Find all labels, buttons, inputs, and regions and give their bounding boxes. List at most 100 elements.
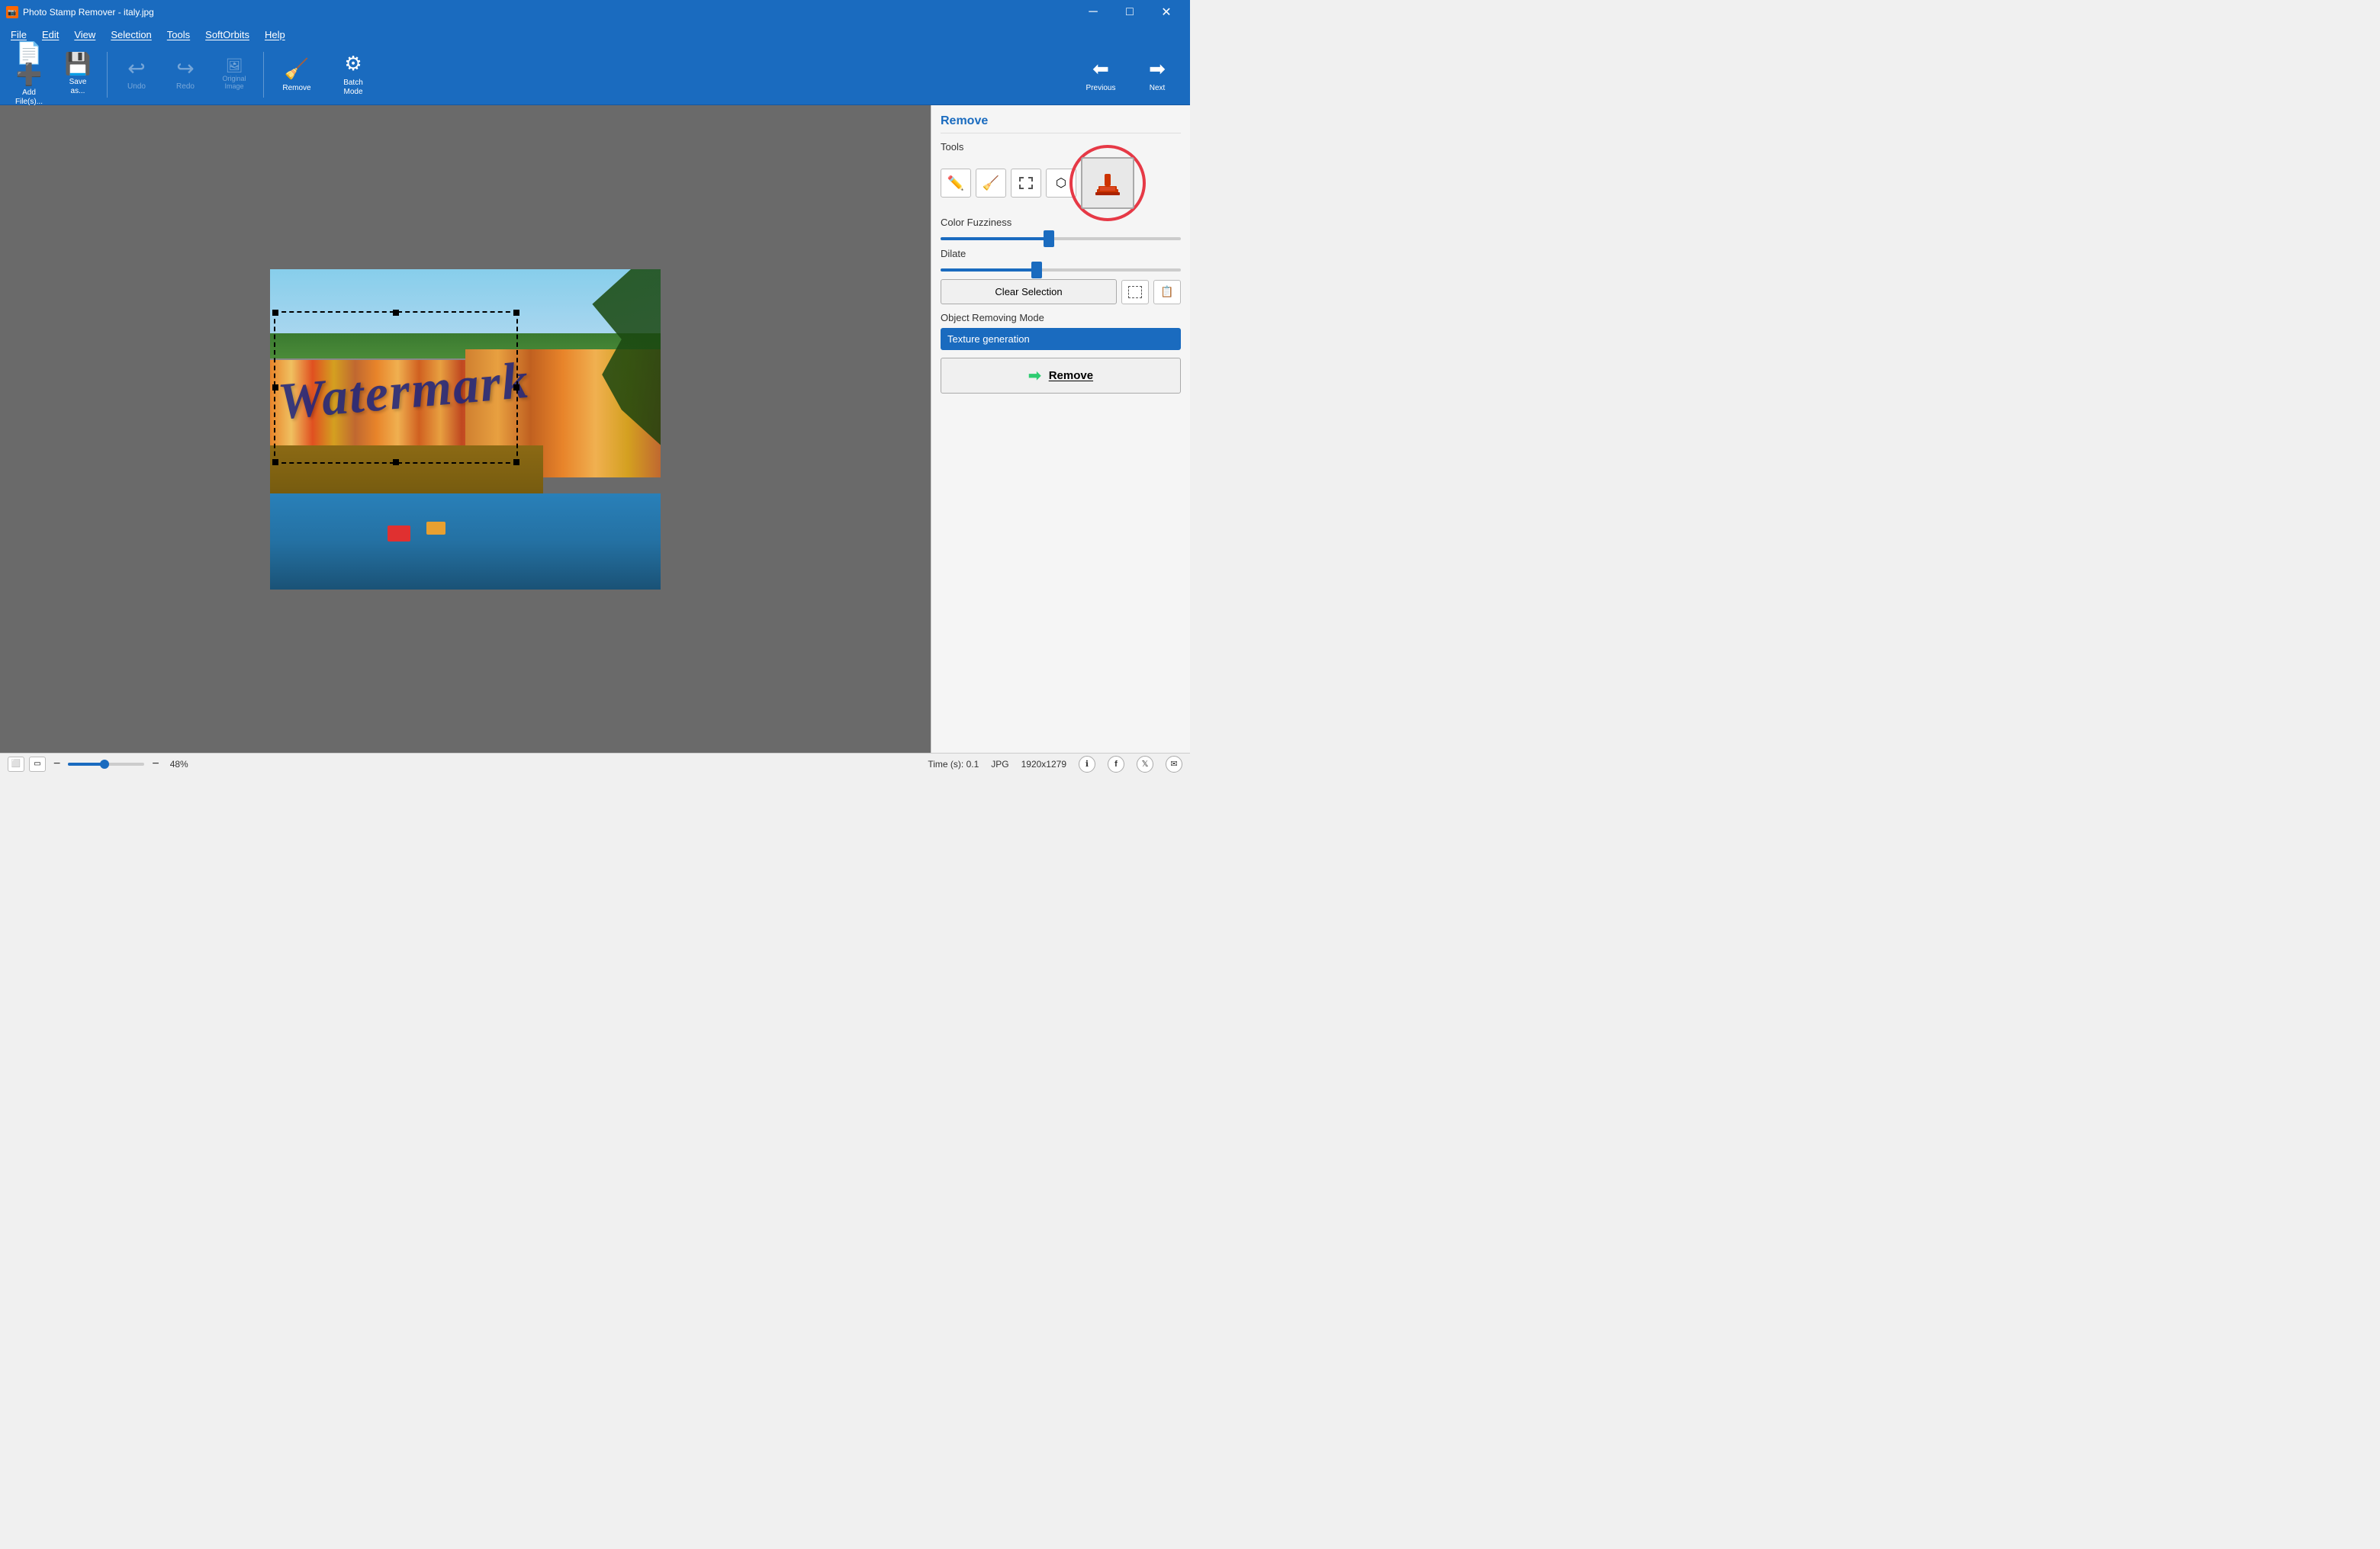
save-as-icon: 💾 xyxy=(65,53,92,75)
menu-tools[interactable]: Tools xyxy=(159,27,198,42)
save-as-label: Saveas... xyxy=(69,78,87,96)
select-from-file-button[interactable] xyxy=(1121,280,1149,304)
maximize-button[interactable]: □ xyxy=(1112,0,1147,24)
remove-label: Remove xyxy=(282,84,310,92)
photo-canvas[interactable]: Watermark xyxy=(270,269,661,590)
eraser-tool-button[interactable]: 🧹 xyxy=(976,169,1006,198)
canvas-area[interactable]: Watermark xyxy=(0,105,931,753)
toolbar-separator-1 xyxy=(107,52,108,98)
menu-selection[interactable]: Selection xyxy=(103,27,159,42)
dilate-slider-container xyxy=(941,268,1181,272)
right-panel: Remove Tools ✏️ 🧹 ⬡ xyxy=(931,105,1190,753)
dilate-thumb[interactable] xyxy=(1031,262,1042,278)
remove-button-label: Remove xyxy=(1049,369,1093,382)
menu-edit[interactable]: Edit xyxy=(34,27,66,42)
stamp-tool-button[interactable] xyxy=(1081,157,1134,209)
twitter-icon: 𝕏 xyxy=(1142,759,1149,769)
remove-arrow-icon: ➡ xyxy=(1028,366,1041,385)
stamp-svg-icon xyxy=(1091,166,1124,200)
dilate-track[interactable] xyxy=(941,268,1181,272)
texture-generation-dropdown[interactable]: Texture generation Inpaint Average xyxy=(941,328,1181,350)
time-status: Time (s): 0.1 xyxy=(928,759,979,770)
zoom-slider[interactable] xyxy=(68,763,144,766)
pencil-tool-button[interactable]: ✏️ xyxy=(941,169,971,198)
dropdown-row: Texture generation Inpaint Average xyxy=(941,328,1181,350)
next-button[interactable]: ➡ Next xyxy=(1130,47,1184,102)
remove-icon: 🧹 xyxy=(285,57,309,81)
close-button[interactable]: ✕ xyxy=(1149,0,1184,24)
info-icon: ℹ xyxy=(1085,759,1089,769)
status-bar-right: Time (s): 0.1 JPG 1920x1279 ℹ f 𝕏 ✉ xyxy=(928,756,1182,773)
next-label: Next xyxy=(1150,84,1166,92)
color-fuzziness-fill xyxy=(941,237,1049,240)
select-from-file-icon xyxy=(1128,286,1142,298)
facebook-icon: f xyxy=(1114,760,1118,769)
zoom-plus-btn[interactable]: − xyxy=(149,757,162,771)
batch-mode-label: BatchMode xyxy=(343,79,363,97)
add-files-button[interactable]: 📄➕ AddFile(s)... xyxy=(6,47,52,102)
menu-view[interactable]: View xyxy=(66,27,103,42)
remove-action-button[interactable]: ➡ Remove xyxy=(941,358,1181,394)
water-bg xyxy=(270,493,661,590)
tools-row: ✏️ 🧹 ⬡ xyxy=(941,157,1181,209)
eraser-icon: 🧹 xyxy=(983,175,999,191)
rect-select-tool-button[interactable] xyxy=(1011,169,1041,198)
menu-help[interactable]: Help xyxy=(257,27,293,42)
status-rect-icon-btn[interactable]: ▭ xyxy=(29,757,46,772)
app-icon: 📷 xyxy=(6,6,18,18)
twitter-icon-button[interactable]: 𝕏 xyxy=(1137,756,1153,773)
tools-label: Tools xyxy=(941,141,1181,153)
color-fuzziness-section: Color Fuzziness xyxy=(941,217,1181,240)
remove-button-toolbar[interactable]: 🧹 Remove xyxy=(270,47,323,102)
redo-icon: ↪ xyxy=(176,58,194,79)
facebook-icon-button[interactable]: f xyxy=(1108,756,1124,773)
rect-select-icon xyxy=(1019,177,1033,189)
status-bar-left: ⬜ ▭ − − 48% xyxy=(8,757,915,772)
image-container: Watermark xyxy=(0,105,931,753)
object-removing-mode-label: Object Removing Mode xyxy=(941,312,1181,323)
batch-mode-icon: ⚙ xyxy=(344,52,362,76)
original-label: OriginalImage xyxy=(222,76,246,91)
status-select-icon-btn[interactable]: ⬜ xyxy=(8,757,24,772)
original-button[interactable]: 🖼 OriginalImage xyxy=(211,47,257,102)
toolbar: 📄➕ AddFile(s)... 💾 Saveas... ↩ Undo ↪ Re… xyxy=(0,44,1190,105)
menu-softorbits[interactable]: SoftOrbits xyxy=(198,27,257,42)
object-removing-mode-section: Object Removing Mode Texture generation … xyxy=(941,312,1181,350)
clear-selection-row: Clear Selection 📋 xyxy=(941,279,1181,304)
color-fuzziness-label: Color Fuzziness xyxy=(941,217,1181,228)
email-icon-button[interactable]: ✉ xyxy=(1166,756,1182,773)
color-fuzziness-track[interactable] xyxy=(941,237,1181,240)
lasso-tool-button[interactable]: ⬡ xyxy=(1046,169,1076,198)
menu-file[interactable]: File xyxy=(3,27,34,42)
previous-icon: ⬅ xyxy=(1092,57,1109,81)
zoom-fill xyxy=(68,763,105,766)
save-as-button[interactable]: 💾 Saveas... xyxy=(55,47,101,102)
dilate-label: Dilate xyxy=(941,248,1181,259)
save-selection-button[interactable]: 📋 xyxy=(1153,280,1181,304)
zoom-minus-btn[interactable]: − xyxy=(50,757,63,771)
original-icon: 🖼 xyxy=(226,59,243,72)
zoom-thumb[interactable] xyxy=(100,760,109,769)
format-status: JPG xyxy=(991,759,1008,770)
dilate-fill xyxy=(941,268,1037,272)
redo-button[interactable]: ↪ Redo xyxy=(162,47,208,102)
stamp-wrapper xyxy=(1081,157,1134,209)
previous-label: Previous xyxy=(1086,84,1116,92)
previous-button[interactable]: ⬅ Previous xyxy=(1074,47,1127,102)
clear-selection-button[interactable]: Clear Selection xyxy=(941,279,1117,304)
title-bar-controls[interactable]: ─ □ ✕ xyxy=(1076,0,1184,24)
undo-button[interactable]: ↩ Undo xyxy=(114,47,159,102)
toolbar-separator-2 xyxy=(263,52,264,98)
color-fuzziness-thumb[interactable] xyxy=(1044,230,1054,247)
minimize-button[interactable]: ─ xyxy=(1076,0,1111,24)
window-title: Photo Stamp Remover - italy.jpg xyxy=(23,7,154,18)
batch-mode-button[interactable]: ⚙ BatchMode xyxy=(326,47,380,102)
add-files-icon: 📄➕ xyxy=(6,43,52,85)
info-icon-button[interactable]: ℹ xyxy=(1079,756,1095,773)
menu-bar: File Edit View Selection Tools SoftOrbit… xyxy=(0,24,1190,44)
panel-title: Remove xyxy=(941,114,1181,133)
lasso-icon: ⬡ xyxy=(1056,175,1066,191)
undo-icon: ↩ xyxy=(127,58,145,79)
boat-2 xyxy=(426,522,446,535)
pencil-icon: ✏️ xyxy=(947,175,964,191)
